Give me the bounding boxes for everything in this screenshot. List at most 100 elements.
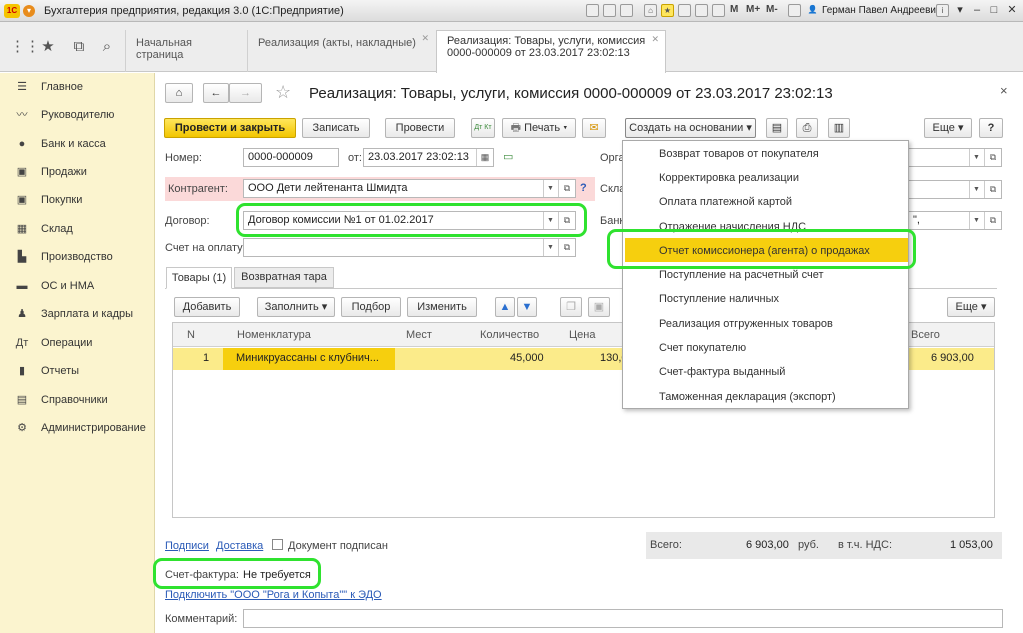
add-button[interactable]: Добавить bbox=[174, 297, 240, 317]
sidebar-item-sales[interactable]: ▣ Продажи bbox=[0, 161, 155, 185]
document-icon[interactable]: ▤ bbox=[766, 118, 788, 138]
forward-button[interactable]: → bbox=[229, 83, 262, 103]
history-icon[interactable]: ⧉ bbox=[70, 38, 88, 56]
help-mark[interactable]: ? bbox=[580, 182, 587, 194]
tab-current-doc[interactable]: Реализация: Товары, услуги, комиссия 000… bbox=[436, 30, 666, 73]
favorite-star-icon[interactable]: ☆ bbox=[275, 82, 291, 103]
paste-icon[interactable]: ▣ bbox=[588, 297, 610, 317]
chevron-down-icon[interactable]: ▼ bbox=[969, 181, 983, 198]
select-button[interactable]: Подбор bbox=[341, 297, 401, 317]
sidebar-item-reports[interactable]: ▮ Отчеты bbox=[0, 360, 155, 384]
doc-signed-checkbox[interactable] bbox=[272, 539, 283, 550]
memory-mminus-button[interactable]: M- bbox=[766, 4, 778, 15]
invoice-field[interactable]: ▼ ⧉ bbox=[243, 238, 576, 257]
chevron-down-icon[interactable]: ▼ bbox=[543, 239, 557, 256]
memory-m-button[interactable]: M bbox=[730, 4, 738, 15]
help-button[interactable]: ? bbox=[979, 118, 1003, 138]
tab-home[interactable]: Начальная страница bbox=[125, 30, 245, 72]
open-icon[interactable]: ⧉ bbox=[984, 212, 1001, 229]
menu-item-shipped-sales[interactable]: Реализация отгруженных товаров bbox=[659, 318, 833, 330]
tab-sales-list[interactable]: Реализация (акты, накладные) ✕ bbox=[247, 30, 435, 72]
home-icon[interactable]: ⌂ bbox=[644, 4, 657, 17]
organization-field[interactable]: ▼ ⧉ bbox=[908, 148, 1002, 167]
sidebar-item-admin[interactable]: ⚙ Администрирование bbox=[0, 417, 155, 441]
date-field[interactable]: 23.03.2017 23:02:13 ▦ bbox=[363, 148, 494, 167]
sidebar-item-main[interactable]: ☰ Главное bbox=[0, 76, 155, 100]
create-based-on-button[interactable]: Создать на основании ▾ bbox=[625, 118, 756, 138]
col-places[interactable]: Мест bbox=[406, 329, 432, 341]
bank-account-field[interactable]: ", ▼ ⧉ bbox=[908, 211, 1002, 230]
post-button[interactable]: Провести bbox=[385, 118, 455, 138]
sidebar-item-operations[interactable]: Дт Операции bbox=[0, 332, 155, 356]
home-button[interactable]: ⌂ bbox=[165, 83, 193, 103]
menu-item-correction[interactable]: Корректировка реализации bbox=[659, 172, 799, 184]
cell-qty[interactable]: 45,000 bbox=[510, 352, 544, 364]
close-icon[interactable]: × bbox=[1000, 83, 1008, 98]
history-icon[interactable] bbox=[695, 4, 708, 17]
sidebar-item-assets[interactable]: ▬ ОС и НМА bbox=[0, 275, 155, 299]
star-icon[interactable]: ★ bbox=[39, 38, 57, 56]
move-down-icon[interactable]: ▼ bbox=[517, 297, 537, 317]
tab-returnable[interactable]: Возвратная тара bbox=[234, 267, 334, 288]
cell-total[interactable]: 6 903,00 bbox=[931, 352, 974, 364]
post-and-close-button[interactable]: Провести и закрыть bbox=[164, 118, 296, 138]
open-icon[interactable]: ⧉ bbox=[558, 239, 575, 256]
signatures-link[interactable]: Подписи bbox=[165, 540, 209, 552]
chevron-down-icon[interactable]: ▼ bbox=[969, 149, 983, 166]
sidebar-item-purchases[interactable]: ▣ Покупки bbox=[0, 189, 155, 213]
open-icon[interactable]: ⧉ bbox=[984, 149, 1001, 166]
edo-link[interactable]: Подключить "ООО "Рога и Копыта"" к ЭДО bbox=[165, 589, 382, 601]
memory-mplus-button[interactable]: M+ bbox=[746, 4, 760, 15]
sidebar-item-production[interactable]: ▙ Производство bbox=[0, 246, 155, 270]
menu-item-invoice[interactable]: Счет покупателю bbox=[659, 342, 746, 354]
col-item[interactable]: Номенклатура bbox=[237, 329, 311, 341]
print-icon[interactable] bbox=[620, 4, 633, 17]
chevron-down-icon[interactable]: ▼ bbox=[969, 212, 983, 229]
chevron-down-icon[interactable]: ▼ bbox=[543, 180, 557, 197]
open-icon[interactable]: ⧉ bbox=[558, 180, 575, 197]
col-price[interactable]: Цена bbox=[569, 329, 595, 341]
table-more-button[interactable]: Еще ▾ bbox=[947, 297, 995, 317]
search-icon[interactable]: ⌕ bbox=[98, 38, 116, 56]
menu-item-bank-receipt[interactable]: Поступление на расчетный счет bbox=[659, 269, 824, 281]
tab-goods[interactable]: Товары (1) bbox=[166, 267, 232, 289]
sidebar-item-salary[interactable]: ♟ Зарплата и кадры bbox=[0, 303, 155, 327]
save-button[interactable]: Записать bbox=[302, 118, 370, 138]
chevron-down-icon[interactable]: ▾ bbox=[952, 2, 968, 18]
info-icon[interactable]: i bbox=[936, 4, 949, 17]
close-tab-icon[interactable]: ✕ bbox=[421, 33, 429, 44]
menu-item-tax-invoice[interactable]: Счет-фактура выданный bbox=[659, 366, 785, 378]
more-button[interactable]: Еще ▾ bbox=[924, 118, 972, 138]
col-n[interactable]: N bbox=[187, 329, 195, 341]
col-qty[interactable]: Количество bbox=[480, 329, 539, 341]
counterparty-field[interactable]: ООО Дети лейтенанта Шмидта ▼ ⧉ bbox=[243, 179, 576, 198]
copy-icon[interactable]: ❐ bbox=[560, 297, 582, 317]
calendar-icon[interactable]: ▦ bbox=[476, 149, 493, 166]
list-icon[interactable]: ▥ bbox=[828, 118, 850, 138]
menu-item-card-payment[interactable]: Оплата платежной картой bbox=[659, 196, 792, 208]
checkmark-icon[interactable]: ▭ bbox=[503, 150, 513, 163]
move-up-icon[interactable]: ▲ bbox=[495, 297, 515, 317]
minimize-icon[interactable]: – bbox=[969, 2, 985, 18]
number-field[interactable]: 0000-000009 bbox=[243, 148, 339, 167]
cell-item[interactable]: Миникруассаны с клубнич... bbox=[236, 352, 379, 364]
open-icon[interactable]: ⧉ bbox=[984, 181, 1001, 198]
sidebar-item-bank[interactable]: ● Банк и касса bbox=[0, 133, 155, 157]
email-button[interactable]: ✉ bbox=[582, 118, 606, 138]
back-button[interactable]: ← bbox=[203, 83, 229, 103]
bell-icon[interactable] bbox=[712, 4, 725, 17]
menu-item-customs[interactable]: Таможенная декларация (экспорт) bbox=[659, 391, 836, 403]
user-name[interactable]: Герман Павел Андреевич bbox=[822, 5, 941, 16]
sidebar-item-catalogs[interactable]: ▤ Справочники bbox=[0, 389, 155, 413]
panels-icon[interactable] bbox=[788, 4, 801, 17]
warehouse-field[interactable]: ▼ ⧉ bbox=[908, 180, 1002, 199]
col-total[interactable]: Всего bbox=[911, 329, 940, 341]
change-button[interactable]: Изменить bbox=[407, 297, 477, 317]
close-tab-icon[interactable]: ✕ bbox=[651, 34, 659, 45]
close-window-icon[interactable]: ✕ bbox=[1004, 2, 1020, 18]
save-icon[interactable] bbox=[603, 4, 616, 17]
print-button[interactable]: 🖶 Печать ▾ bbox=[502, 118, 576, 138]
comment-field[interactable] bbox=[243, 609, 1003, 628]
sidebar-item-director[interactable]: 〰 Руководителю bbox=[0, 104, 155, 128]
link-icon[interactable] bbox=[678, 4, 691, 17]
